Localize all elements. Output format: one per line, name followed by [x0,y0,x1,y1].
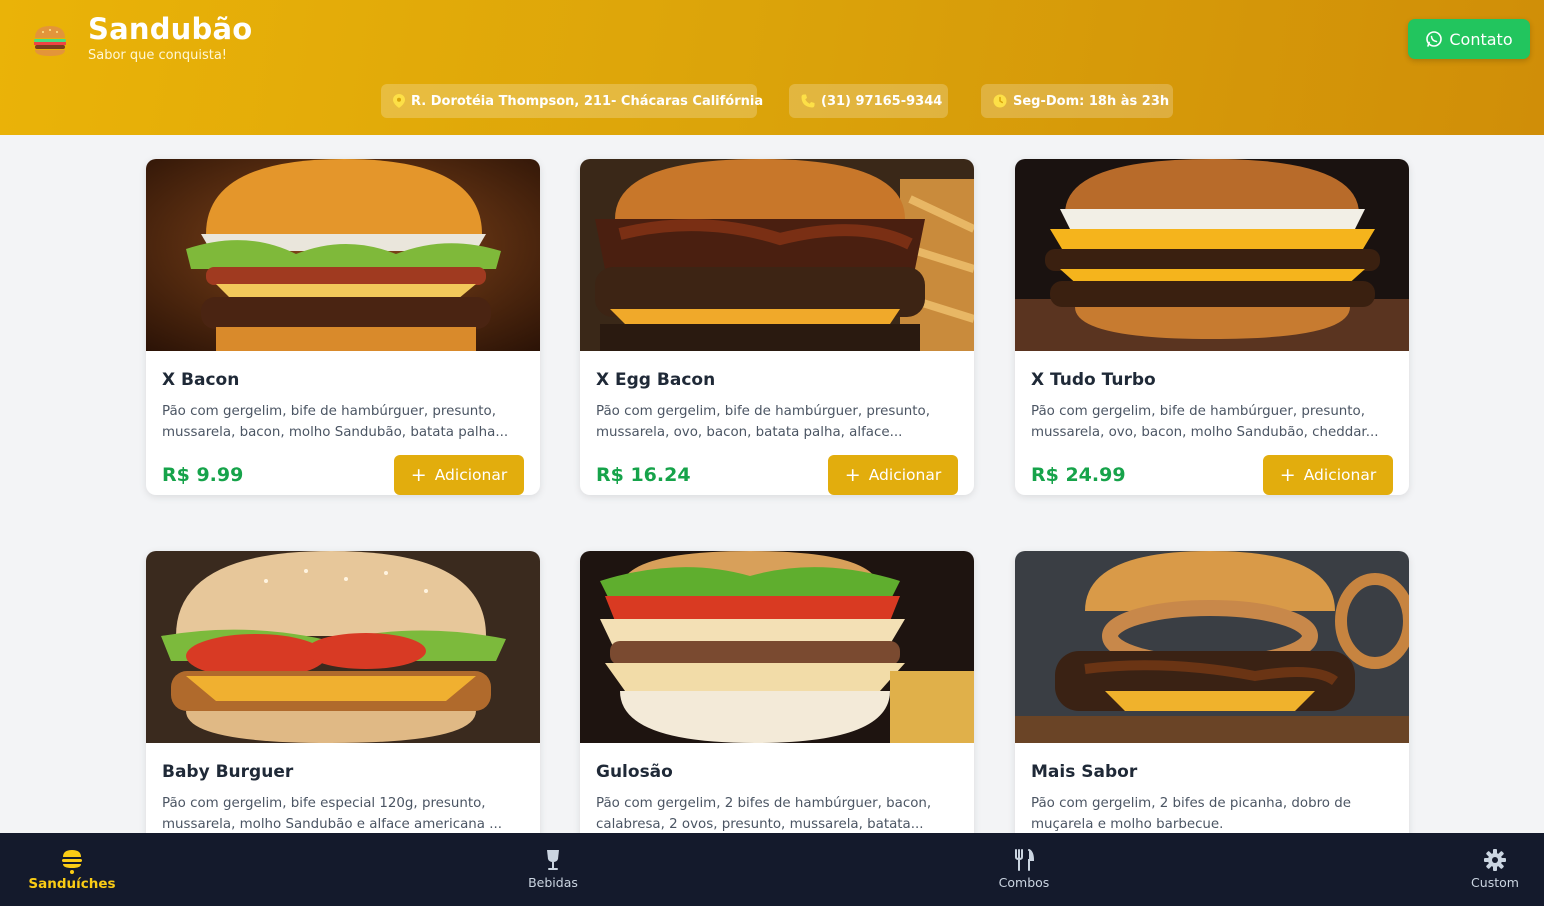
app-title: Sandubão [88,12,253,46]
gear-icon [1484,849,1506,871]
nav-item-sanduiches[interactable]: Sanduíches [28,833,116,906]
bottom-navigation: Sanduíches Bebidas Combos Custom [0,833,1544,906]
product-description: Pão com gergelim, 2 bifes de picanha, do… [1031,796,1351,832]
app-header: Sandubão Sabor que conquista! Contato R.… [0,0,1544,135]
location-pin-icon [393,94,405,108]
product-card: X Bacon Pão com gergelim, bife de hambúr… [146,159,540,495]
product-name: Baby Burguer [162,762,294,782]
clock-icon [993,94,1007,108]
add-to-cart-button[interactable]: + Adicionar [394,455,524,495]
product-card: Gulosão Pão com gergelim, 2 bifes de ham… [580,551,974,871]
nav-item-bebidas[interactable]: Bebidas [518,833,588,906]
phone-chip[interactable]: (31) 97165-9344 [789,84,948,118]
address-text: R. Dorotéia Thompson, 211- Chácaras Cali… [411,93,764,109]
product-card: Mais Sabor Pão com gergelim, 2 bifes de … [1015,551,1409,871]
plus-icon: + [410,463,427,486]
product-price: R$ 16.24 [596,464,691,486]
product-image [1015,551,1409,743]
nav-label: Bebidas [528,875,578,890]
product-description: Pão com gergelim, 2 bifes de hambúrguer,… [596,796,932,832]
add-button-label: Adicionar [868,466,942,484]
product-description: Pão com gergelim, bife de hambúrguer, pr… [1031,404,1379,440]
add-to-cart-button[interactable]: + Adicionar [1263,455,1393,495]
product-name: Gulosão [596,762,673,782]
phone-text: (31) 97165-9344 [821,93,943,109]
product-card: X Tudo Turbo Pão com gergelim, bife de h… [1015,159,1409,495]
product-name: X Bacon [162,370,240,390]
contact-button[interactable]: Contato [1408,19,1530,59]
app-tagline: Sabor que conquista! [88,48,228,63]
brand[interactable]: Sandubão Sabor que conquista! [30,12,252,63]
drink-icon [547,850,559,870]
product-image [580,551,974,743]
product-name: X Egg Bacon [596,370,716,390]
product-image [146,551,540,743]
product-description: Pão com gergelim, bife de hambúrguer, pr… [596,404,930,440]
product-description: Pão com gergelim, bife de hambúrguer, pr… [162,404,509,440]
hours-chip: Seg-Dom: 18h às 23h [981,84,1173,118]
product-card: Baby Burguer Pão com gergelim, bife espe… [146,551,540,871]
plus-icon: + [1279,463,1296,486]
product-card: X Egg Bacon Pão com gergelim, bife de ha… [580,159,974,495]
plus-icon: + [844,463,861,486]
add-to-cart-button[interactable]: + Adicionar [828,455,958,495]
product-name: X Tudo Turbo [1031,370,1156,390]
product-image [146,159,540,351]
phone-icon [801,94,815,108]
burger-logo-icon [34,26,66,56]
add-button-label: Adicionar [434,466,508,484]
product-image [580,159,974,351]
product-price: R$ 9.99 [162,464,244,486]
utensils-icon [1015,849,1034,871]
product-description: Pão com gergelim, bife especial 120g, pr… [162,796,503,832]
burger-icon [62,850,82,868]
address-chip[interactable]: R. Dorotéia Thompson, 211- Chácaras Cali… [381,84,763,118]
active-indicator [70,870,74,874]
nav-label: Custom [1471,875,1519,890]
whatsapp-icon [1426,31,1443,47]
nav-item-custom[interactable]: Custom [1460,833,1530,906]
hours-text: Seg-Dom: 18h às 23h [1013,93,1170,109]
product-name: Mais Sabor [1031,762,1138,782]
nav-item-combos[interactable]: Combos [989,833,1059,906]
product-price: R$ 24.99 [1031,464,1126,486]
add-button-label: Adicionar [1303,466,1377,484]
contact-label: Contato [1449,29,1513,49]
product-image [1015,159,1409,351]
nav-label: Combos [998,875,1050,890]
nav-label: Sanduíches [28,876,116,892]
